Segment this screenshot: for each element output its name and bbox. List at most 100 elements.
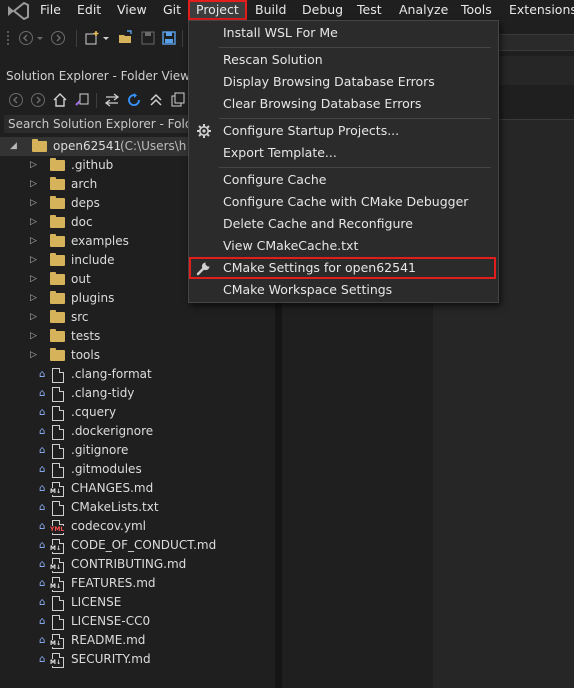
collapse-all-icon[interactable] (148, 92, 164, 108)
menu-item-cmake-settings[interactable]: CMake Settings for open62541 (189, 257, 496, 279)
tree-item-label: README.md (71, 633, 146, 647)
menu-file[interactable]: File (40, 0, 61, 20)
switch-views-icon[interactable] (74, 92, 90, 108)
folder-icon (50, 177, 65, 190)
forward-icon[interactable] (30, 92, 46, 108)
lock-icon: ⌂ (39, 483, 46, 494)
folder-icon (50, 329, 65, 342)
new-project-dropdown-icon[interactable] (102, 30, 110, 46)
menu-test[interactable]: Test (357, 0, 382, 20)
new-project-icon[interactable] (84, 30, 100, 46)
menu-separator (219, 118, 491, 119)
lock-icon: ⌂ (39, 635, 46, 646)
toolbar-dropdown-box[interactable] (498, 34, 574, 51)
expand-arrow-icon[interactable]: ▷ (30, 289, 37, 308)
tree-item-label: CONTRIBUTING.md (71, 557, 187, 571)
menu-tools[interactable]: Tools (461, 0, 492, 20)
tree-item-label: include (71, 253, 115, 267)
menu-item-cmake-workspace-settings[interactable]: CMake Workspace Settings (189, 279, 496, 301)
menu-item-delete-cache-reconfigure[interactable]: Delete Cache and Reconfigure (189, 213, 496, 235)
lock-icon: ⌂ (39, 388, 46, 399)
tree-item-label: CHANGES.md (71, 481, 154, 495)
expand-arrow-icon[interactable]: ▷ (30, 346, 37, 365)
lock-icon: ⌂ (39, 464, 46, 475)
tree-item-label: .clang-format (71, 367, 152, 381)
menu-debug[interactable]: Debug (302, 0, 343, 20)
open-folder-icon[interactable] (118, 30, 134, 46)
gear-icon (197, 124, 211, 138)
file-icon (52, 596, 64, 611)
menu-project[interactable]: Project (188, 0, 247, 20)
expand-arrow-icon[interactable]: ▷ (30, 308, 37, 327)
folder-icon (50, 310, 65, 323)
expand-arrow-icon[interactable]: ▷ (30, 213, 37, 232)
save-all-icon[interactable] (161, 30, 177, 46)
folder-icon (50, 272, 65, 285)
expand-arrow-icon[interactable]: ▷ (30, 270, 37, 289)
tree-item-label: CODE_OF_CONDUCT.md (71, 538, 217, 552)
menu-item-configure-cache[interactable]: Configure Cache (189, 169, 496, 191)
wrench-icon (196, 262, 210, 276)
menu-separator (219, 167, 491, 168)
back-icon[interactable] (8, 92, 24, 108)
back-dropdown-icon[interactable] (36, 30, 44, 46)
expand-arrow-icon[interactable]: ▷ (30, 194, 37, 213)
lock-icon: ⌂ (39, 426, 46, 437)
menu-git[interactable]: Git (163, 0, 181, 20)
menu-item-rescan-solution[interactable]: Rescan Solution (189, 49, 496, 71)
menu-item-clear-browsing-db-errors[interactable]: Clear Browsing Database Errors (189, 93, 496, 115)
folder-icon (32, 139, 47, 152)
file-icon (52, 444, 64, 459)
folder-icon (50, 253, 65, 266)
back-icon[interactable] (18, 30, 34, 46)
toolbar-grip-icon (7, 31, 9, 45)
show-all-files-icon[interactable] (170, 92, 186, 108)
tree-item-label: src (71, 310, 89, 324)
sync-with-document-icon[interactable] (104, 92, 120, 108)
root-folder-name: open62541 (53, 139, 122, 153)
menu-item-export-template[interactable]: Export Template... (189, 142, 496, 164)
expand-arrow-icon[interactable]: ▷ (30, 156, 37, 175)
tree-item-label: CMakeLists.txt (71, 500, 159, 514)
solution-explorer-title: Solution Explorer - Folder View (6, 69, 190, 83)
menu-build[interactable]: Build (255, 0, 286, 20)
folder-icon (50, 234, 65, 247)
tree-item-label: codecov.yml (71, 519, 146, 533)
file-type-badge: YML (49, 526, 66, 533)
menu-analyze[interactable]: Analyze (399, 0, 448, 20)
refresh-icon[interactable] (126, 92, 142, 108)
tree-item-label: tools (71, 348, 100, 362)
menu-extensions[interactable]: Extensions (509, 0, 574, 20)
menu-edit[interactable]: Edit (77, 0, 101, 20)
expand-arrow-icon[interactable]: ▷ (30, 175, 37, 194)
menu-item-configure-cache-cmake-debugger[interactable]: Configure Cache with CMake Debugger (189, 191, 496, 213)
lock-icon: ⌂ (39, 597, 46, 608)
visual-studio-logo-icon[interactable] (6, 2, 30, 20)
expand-arrow-icon[interactable]: ▷ (30, 327, 37, 346)
project-menu-dropdown: Install WSL For Me Rescan Solution Displ… (188, 20, 499, 303)
file-type-badge: M↓ (49, 564, 62, 571)
collapse-arrow-icon[interactable]: ◢ (10, 137, 17, 156)
expand-arrow-icon[interactable]: ▷ (30, 232, 37, 251)
menu-view[interactable]: View (117, 0, 147, 20)
lock-icon: ⌂ (39, 445, 46, 456)
save-icon[interactable] (140, 30, 156, 46)
tree-item-label: doc (71, 215, 93, 229)
tree-item-label: arch (71, 177, 98, 191)
toolbar-separator (182, 30, 183, 47)
menu-item-view-cmakecache[interactable]: View CMakeCache.txt (189, 235, 496, 257)
home-icon[interactable] (52, 92, 68, 108)
menu-item-configure-startup-projects[interactable]: Configure Startup Projects... (189, 120, 496, 142)
menu-item-install-wsl[interactable]: Install WSL For Me (189, 22, 496, 44)
expand-arrow-icon[interactable]: ▷ (30, 251, 37, 270)
search-solution-explorer-input[interactable]: Search Solution Explorer - Folder (4, 115, 194, 133)
tree-item-label: examples (71, 234, 129, 248)
tree-item-label: .dockerignore (71, 424, 154, 438)
tree-item-label: out (71, 272, 91, 286)
forward-icon[interactable] (50, 30, 66, 46)
tree-item-label: .clang-tidy (71, 386, 135, 400)
tree-item-label: SECURITY.md (71, 652, 151, 666)
file-icon (52, 463, 64, 478)
menu-item-display-browsing-db-errors[interactable]: Display Browsing Database Errors (189, 71, 496, 93)
lock-icon: ⌂ (39, 407, 46, 418)
